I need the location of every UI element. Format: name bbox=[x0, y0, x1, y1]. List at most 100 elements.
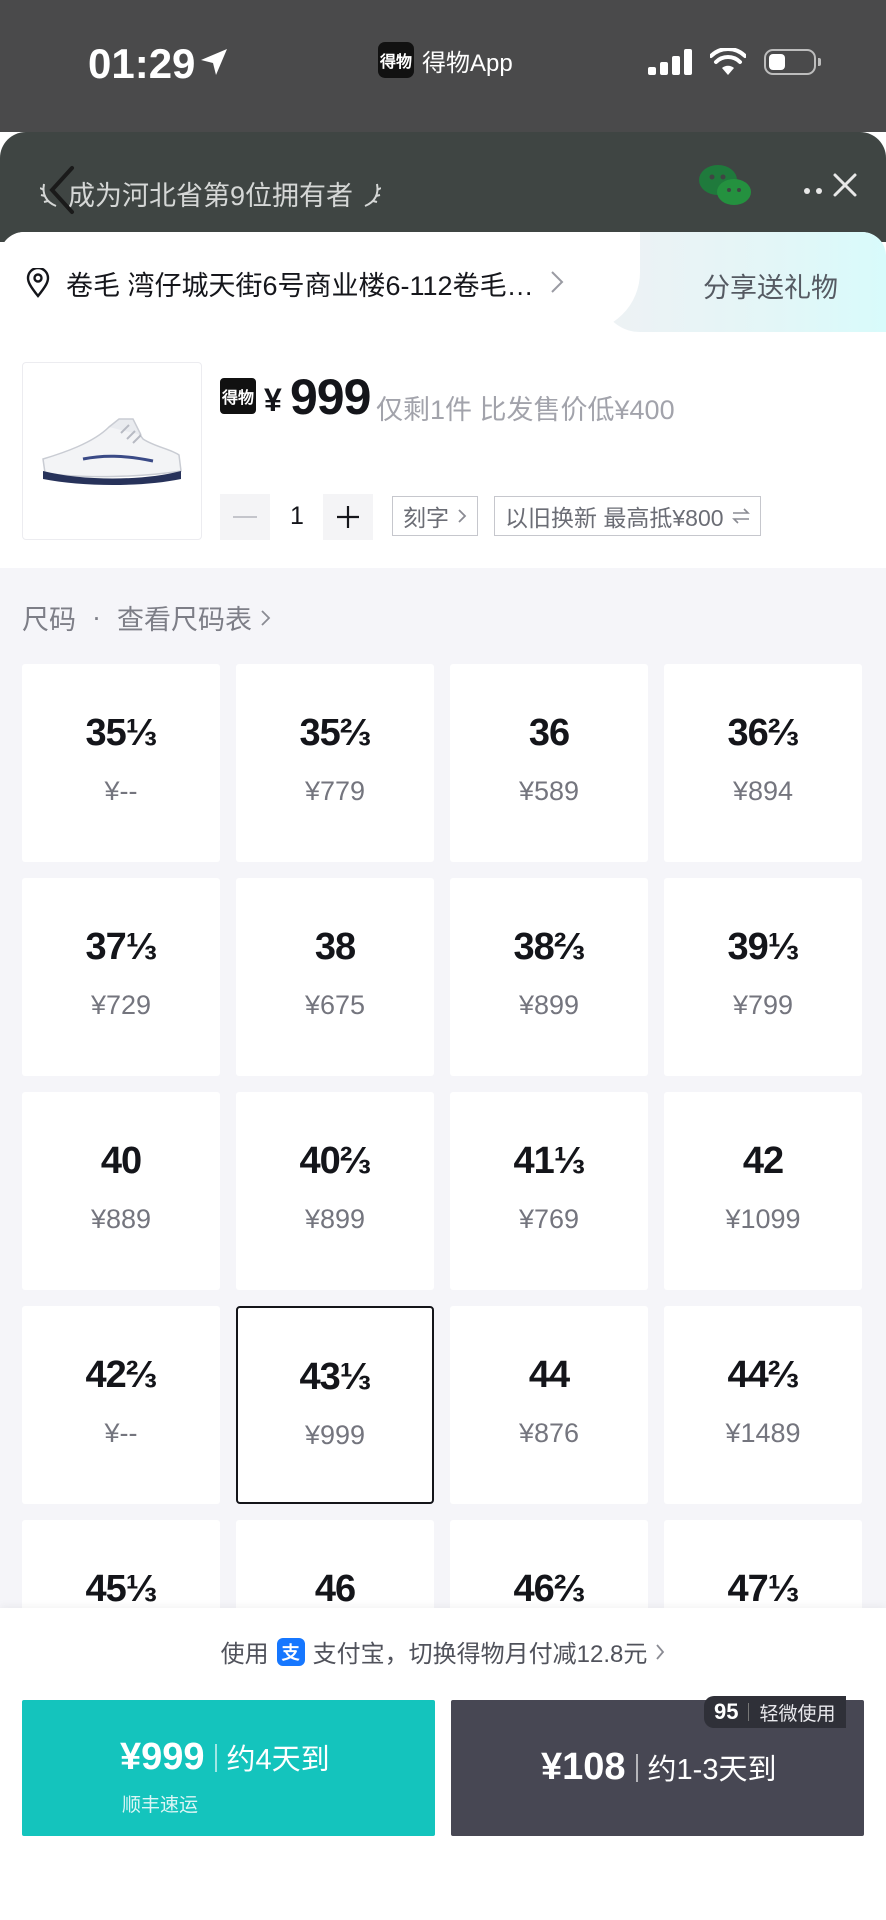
promo-text: 支付宝，切换得物月付减12.8元 bbox=[312, 1641, 648, 1668]
size-option[interactable]: 37⅓ ¥729 bbox=[22, 878, 220, 1076]
size-label: 41⅓ bbox=[513, 1140, 586, 1182]
size-chart-link[interactable]: 查看尺码表 bbox=[117, 598, 271, 637]
status-app-label: 得物 得物App bbox=[378, 42, 513, 78]
size-option[interactable]: 38⅔ ¥899 bbox=[450, 878, 648, 1076]
size-label: 46 bbox=[314, 1568, 356, 1610]
checkout-bar: 使用 支 支付宝，切换得物月付减12.8元 ¥999 约4天到 顺丰速运 95 … bbox=[0, 1608, 886, 1920]
size-option[interactable]: 36 ¥589 bbox=[450, 664, 648, 862]
laurel-right-icon bbox=[364, 183, 382, 207]
chevron-right-icon bbox=[458, 509, 467, 523]
buy-now-main: ¥999 约4天到 bbox=[120, 1736, 330, 1779]
share-gift-label: 分享送礼物 bbox=[703, 273, 838, 303]
price-currency: ¥ bbox=[264, 382, 282, 418]
size-section-header: 尺码 · 查看尺码表 bbox=[22, 598, 271, 637]
size-label: 36⅔ bbox=[727, 712, 800, 754]
size-price: ¥799 bbox=[732, 990, 794, 1020]
product-thumbnail bbox=[22, 362, 202, 540]
size-price: ¥1099 bbox=[725, 1204, 801, 1234]
payment-promo[interactable]: 使用 支 支付宝，切换得物月付减12.8元 bbox=[0, 1634, 886, 1669]
address-row: 分享送礼物 卷毛 湾仔城天街6号商业楼6-112卷毛… bbox=[0, 232, 886, 332]
alt-divider bbox=[635, 1753, 638, 1782]
buy-shipping: 顺丰速运 bbox=[122, 1795, 199, 1816]
size-chart-label: 查看尺码表 bbox=[117, 605, 252, 635]
status-time: 01:29 bbox=[88, 40, 196, 87]
size-label: 45⅓ bbox=[85, 1568, 158, 1610]
size-option[interactable]: 42 ¥1099 bbox=[664, 1092, 862, 1290]
alipay-icon: 支 bbox=[276, 1637, 305, 1666]
share-gift-tab[interactable]: 分享送礼物 bbox=[600, 232, 886, 332]
swap-icon bbox=[731, 508, 750, 524]
wifi-icon bbox=[710, 48, 746, 75]
minus-icon bbox=[233, 516, 257, 518]
size-option[interactable]: 44 ¥876 bbox=[450, 1306, 648, 1504]
size-option[interactable]: 35⅓ ¥-- bbox=[22, 664, 220, 862]
size-label: 38 bbox=[314, 926, 356, 968]
quantity-increase-button[interactable] bbox=[323, 494, 373, 540]
trade-in-label: 以旧换新 最高抵¥800 bbox=[505, 505, 724, 531]
size-option[interactable]: 39⅓ ¥799 bbox=[664, 878, 862, 1076]
size-price: ¥769 bbox=[518, 1204, 580, 1234]
more-icon[interactable] bbox=[804, 188, 822, 194]
product-price: 999 bbox=[290, 369, 371, 425]
lightly-used-button[interactable]: 95 轻微使用 ¥108 约1-3天到 bbox=[451, 1696, 864, 1836]
chevron-right-icon bbox=[261, 609, 271, 626]
size-option[interactable]: 44⅔ ¥1489 bbox=[664, 1306, 862, 1504]
size-label: 40⅔ bbox=[299, 1140, 372, 1182]
laurel-left-icon bbox=[40, 183, 57, 207]
size-label: 40 bbox=[100, 1140, 142, 1182]
size-option[interactable]: 36⅔ ¥894 bbox=[664, 664, 862, 862]
plus-icon bbox=[337, 506, 359, 528]
size-price: ¥899 bbox=[304, 1204, 366, 1234]
chevron-right-icon bbox=[551, 271, 564, 293]
size-label: 44⅔ bbox=[727, 1354, 800, 1396]
signal-icon bbox=[648, 49, 692, 75]
size-option[interactable]: 40⅔ ¥899 bbox=[236, 1092, 434, 1290]
promo-prefix: 使用 bbox=[220, 1641, 269, 1668]
engrave-label: 刻字 bbox=[403, 505, 449, 531]
size-label: 35⅓ bbox=[85, 712, 158, 754]
condition-grade: 95 bbox=[714, 1699, 739, 1724]
badge-divider bbox=[748, 1703, 750, 1721]
alt-price: ¥108 bbox=[541, 1746, 626, 1788]
size-option[interactable]: 35⅔ ¥779 bbox=[236, 664, 434, 862]
dewu-logo-icon: 得物 bbox=[220, 378, 256, 414]
size-option[interactable]: 41⅓ ¥769 bbox=[450, 1092, 648, 1290]
app-logo-icon: 得物 bbox=[378, 42, 414, 78]
size-price: ¥675 bbox=[304, 990, 366, 1020]
size-label: 35⅔ bbox=[299, 712, 372, 754]
size-grid: 35⅓ ¥-- 35⅔ ¥779 36 ¥589 36⅔ ¥894 37⅓ ¥729 38 ¥675 3… bbox=[22, 664, 864, 1718]
buy-eta: 约4天到 bbox=[226, 1744, 330, 1776]
trade-in-button[interactable]: 以旧换新 最高抵¥800 bbox=[494, 496, 761, 536]
app-name: 得物App bbox=[422, 49, 513, 77]
sneaker-image bbox=[42, 418, 182, 485]
location-pin-icon bbox=[26, 268, 50, 298]
size-option[interactable]: 42⅔ ¥-- bbox=[22, 1306, 220, 1504]
size-price: ¥999 bbox=[304, 1420, 366, 1450]
owner-banner: 成为河北省第9位拥有者 bbox=[40, 174, 382, 213]
size-price: ¥779 bbox=[304, 776, 366, 806]
quantity-value[interactable]: 1 bbox=[284, 502, 310, 531]
size-price: ¥876 bbox=[518, 1418, 580, 1448]
title-separator: · bbox=[92, 602, 101, 632]
wechat-icon[interactable] bbox=[698, 162, 754, 210]
chevron-right-icon bbox=[656, 1643, 665, 1660]
close-icon[interactable] bbox=[832, 172, 858, 198]
quantity-decrease-button[interactable] bbox=[220, 494, 270, 540]
size-option[interactable]: 43⅓ ¥999 bbox=[236, 1306, 434, 1504]
address-text: 卷毛 湾仔城天街6号商业楼6-112卷毛… bbox=[66, 271, 534, 301]
condition-badge: 95 轻微使用 bbox=[704, 1696, 846, 1728]
size-label: 43⅓ bbox=[299, 1356, 372, 1398]
size-section-title: 尺码 bbox=[22, 605, 76, 635]
engrave-button[interactable]: 刻字 bbox=[392, 496, 478, 536]
size-label: 37⅓ bbox=[85, 926, 158, 968]
stock-note: 仅剩1件 比发售价低¥400 bbox=[376, 395, 675, 425]
address-selector[interactable]: 卷毛 湾仔城天街6号商业楼6-112卷毛… bbox=[0, 232, 640, 332]
size-option[interactable]: 40 ¥889 bbox=[22, 1092, 220, 1290]
size-option[interactable]: 38 ¥675 bbox=[236, 878, 434, 1076]
size-price: ¥-- bbox=[104, 776, 138, 806]
size-price: ¥729 bbox=[90, 990, 152, 1020]
size-price: ¥894 bbox=[732, 776, 794, 806]
buy-now-button[interactable]: ¥999 约4天到 顺丰速运 bbox=[22, 1700, 435, 1836]
size-price: ¥899 bbox=[518, 990, 580, 1020]
size-price: ¥589 bbox=[518, 776, 580, 806]
